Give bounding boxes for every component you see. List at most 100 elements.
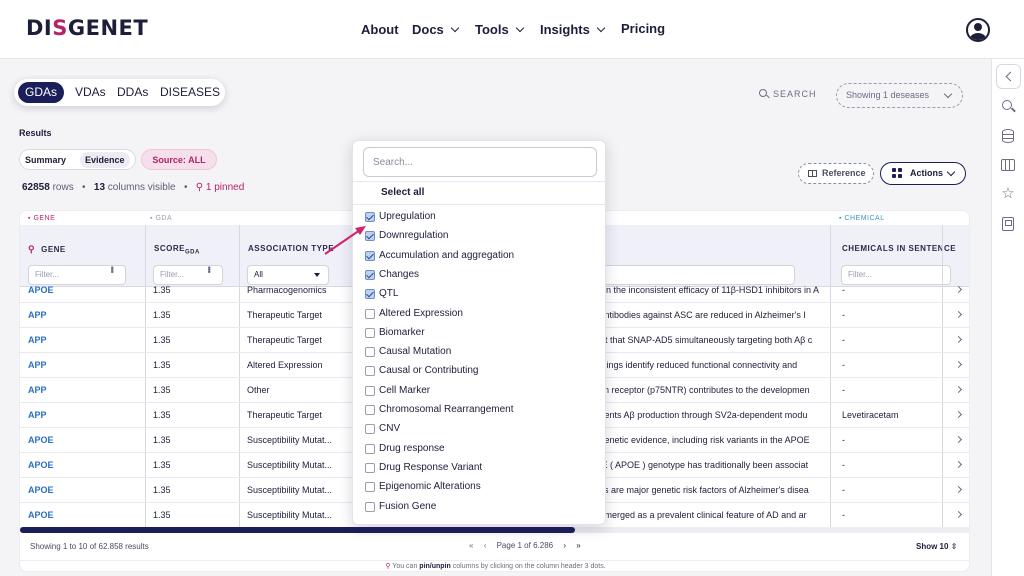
- score-cell: 1.35: [153, 460, 171, 470]
- score-cell: 1.35: [153, 385, 171, 395]
- header-chemicals[interactable]: CHEMICALS IN SENTENCE: [842, 244, 956, 253]
- chemicals-cell: -: [842, 435, 845, 445]
- score-cell: 1.35: [153, 335, 171, 345]
- gene-link[interactable]: APP: [28, 385, 47, 395]
- gene-link[interactable]: APOE: [28, 435, 54, 445]
- reference-label: Reference: [822, 168, 866, 178]
- checkbox[interactable]: [365, 289, 375, 300]
- association-type-cell: Therapeutic Target: [247, 410, 322, 420]
- checkbox[interactable]: [365, 482, 375, 493]
- reference-button[interactable]: Reference: [798, 163, 874, 184]
- checkbox[interactable]: [365, 443, 375, 454]
- score-cell: 1.35: [153, 485, 171, 495]
- dropdown-search-input[interactable]: [363, 147, 597, 177]
- chevron-right-icon[interactable]: [956, 286, 964, 294]
- checkbox[interactable]: [365, 366, 375, 377]
- sentence-cell: g genetic evidence, including risk varia…: [592, 435, 810, 445]
- checkbox[interactable]: [365, 347, 375, 358]
- results-stats: 62858 rows • 13 columns visible • ⚲ 1 pi…: [22, 182, 245, 193]
- first-page-button[interactable]: «: [469, 541, 473, 550]
- checkbox[interactable]: [365, 308, 375, 319]
- checkbox[interactable]: [365, 269, 375, 280]
- gene-link[interactable]: APP: [28, 310, 47, 320]
- showing-diseases-select[interactable]: Showing 1 deseases: [836, 83, 963, 108]
- score-cell: 1.35: [153, 310, 171, 320]
- checkbox[interactable]: [365, 385, 375, 396]
- pinned-count[interactable]: 1 pinned: [206, 182, 244, 193]
- tab-vdas[interactable]: VDAs: [75, 85, 106, 99]
- logo-slash: S: [52, 16, 68, 40]
- chemicals-cell: -: [842, 335, 845, 345]
- next-page-button[interactable]: ›: [563, 541, 566, 550]
- option-label: CNV: [379, 423, 401, 435]
- nav-docs[interactable]: Docs: [412, 22, 460, 37]
- chevron-right-icon[interactable]: [956, 436, 964, 444]
- view-evidence-button[interactable]: Evidence: [80, 152, 130, 168]
- option-label: Downregulation: [379, 230, 449, 242]
- disgenet-logo[interactable]: DISGENET: [26, 16, 148, 40]
- actions-button[interactable]: Actions: [880, 162, 966, 185]
- sentence-cell: sms are major genetic risk factors of Al…: [592, 485, 809, 495]
- checkbox[interactable]: [365, 212, 375, 222]
- source-filter-button[interactable]: Source: ALL: [141, 149, 217, 170]
- nav-about[interactable]: About: [361, 22, 399, 37]
- last-page-button[interactable]: »: [576, 541, 580, 550]
- dataset-tabs: GDAs VDAs DDAs DISEASES: [14, 79, 225, 106]
- right-toolbar: ☆: [991, 59, 1024, 576]
- option-label: Fusion Gene: [379, 500, 437, 512]
- chemicals-cell: -: [842, 485, 845, 495]
- chevron-right-icon[interactable]: [956, 461, 964, 469]
- checkbox[interactable]: [365, 405, 375, 415]
- gene-link[interactable]: APP: [28, 335, 47, 345]
- chevron-right-icon[interactable]: [956, 361, 964, 369]
- sentence-cell: findings identify reduced functional con…: [592, 360, 798, 370]
- gene-link[interactable]: APOE: [28, 460, 54, 470]
- gene-link[interactable]: APOE: [28, 285, 54, 295]
- star-icon[interactable]: ☆: [1000, 186, 1016, 202]
- option-label: Causal Mutation: [379, 346, 452, 358]
- header-score[interactable]: SCOREGDA: [154, 244, 200, 256]
- group-chemical: ▪ CHEMICAL: [839, 215, 885, 222]
- search-icon[interactable]: [1000, 99, 1016, 115]
- collapse-icon[interactable]: [996, 64, 1021, 89]
- select-all-option[interactable]: Select all: [381, 187, 424, 198]
- checkbox[interactable]: [365, 424, 375, 435]
- group-gene: ▪ GENE: [28, 215, 56, 222]
- tab-ddas[interactable]: DDAs: [117, 85, 148, 99]
- columns-icon[interactable]: [1000, 157, 1016, 173]
- showing-diseases-label: Showing 1 deseases: [846, 90, 930, 100]
- header-gene[interactable]: ⚲ GENE: [28, 244, 66, 255]
- chevron-right-icon[interactable]: [956, 486, 964, 494]
- chevron-right-icon[interactable]: [956, 386, 964, 394]
- nav-pricing[interactable]: Pricing: [621, 21, 665, 36]
- nav-tools[interactable]: Tools: [475, 22, 524, 37]
- gene-link[interactable]: APOE: [28, 510, 54, 520]
- view-summary-button[interactable]: Summary: [25, 155, 66, 165]
- tab-diseases[interactable]: DISEASES: [160, 85, 220, 99]
- book-icon[interactable]: [1000, 216, 1016, 232]
- sentence-cell: g antibodies against ASC are reduced in …: [592, 310, 806, 320]
- tab-gdas[interactable]: GDAs: [18, 82, 65, 103]
- chevron-right-icon[interactable]: [956, 411, 964, 419]
- nav-insights[interactable]: Insights: [540, 22, 606, 37]
- chemicals-cell: -: [842, 460, 845, 470]
- checkbox[interactable]: [365, 462, 375, 473]
- page-size-select[interactable]: Show 10 ⇕: [916, 542, 957, 551]
- checkbox[interactable]: [365, 327, 375, 338]
- checkbox[interactable]: [365, 501, 375, 512]
- association-type-cell: Susceptibility Mutat...: [247, 460, 333, 470]
- chevron-right-icon[interactable]: [956, 336, 964, 344]
- group-gda: ▪ GDA: [150, 215, 173, 222]
- nav-tools-label: Tools: [475, 22, 509, 37]
- rows-count: 62858: [22, 182, 50, 193]
- gene-link[interactable]: APP: [28, 410, 47, 420]
- gene-link[interactable]: APOE: [28, 485, 54, 495]
- search-label: SEARCH: [773, 89, 817, 99]
- user-icon[interactable]: [966, 18, 990, 42]
- gene-link[interactable]: APP: [28, 360, 47, 370]
- prev-page-button[interactable]: ‹: [484, 541, 487, 550]
- chevron-right-icon[interactable]: [956, 311, 964, 319]
- search-toggle[interactable]: SEARCH: [759, 89, 817, 99]
- database-icon[interactable]: [1000, 128, 1016, 144]
- chevron-right-icon[interactable]: [956, 511, 964, 519]
